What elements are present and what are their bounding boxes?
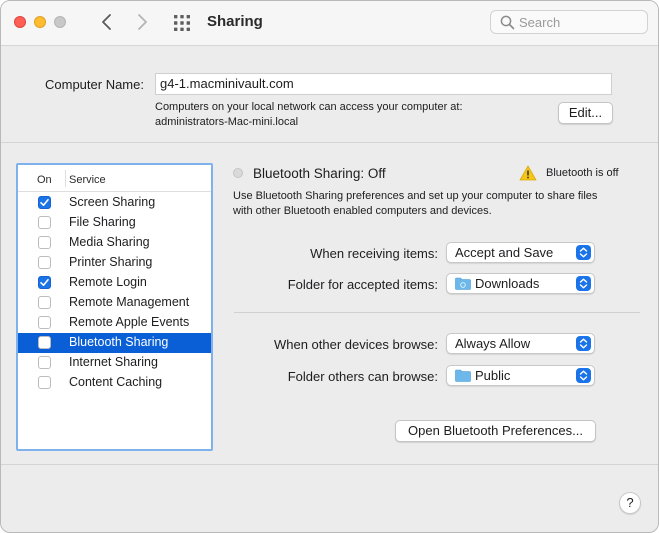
titlebar: Sharing	[1, 1, 658, 46]
open-bluetooth-preferences-button[interactable]: Open Bluetooth Preferences...	[395, 420, 596, 442]
service-checkbox[interactable]	[38, 236, 51, 249]
folder-browse-popup[interactable]: Public	[446, 365, 595, 386]
service-row-remote-management[interactable]: Remote Management	[18, 293, 211, 313]
folder-icon	[455, 277, 471, 290]
service-label: Remote Login	[69, 275, 147, 289]
folder-accepted-value: Downloads	[475, 276, 540, 291]
popup-arrows-icon	[576, 368, 591, 383]
popup-arrows-icon	[576, 245, 591, 260]
service-row-content-caching[interactable]: Content Caching	[18, 373, 211, 393]
search-input[interactable]	[519, 13, 639, 31]
service-description-line: Use Bluetooth Sharing preferences and se…	[233, 190, 598, 202]
folder-accepted-label: Folder for accepted items:	[287, 277, 438, 292]
section-divider-bottom	[1, 464, 658, 465]
service-label: Remote Apple Events	[69, 315, 190, 329]
browse-label: When other devices browse:	[273, 337, 438, 352]
folder-icon	[455, 369, 471, 382]
show-all-button[interactable]	[173, 14, 191, 32]
service-label: Remote Management	[69, 295, 190, 309]
chevron-left-icon	[102, 14, 111, 30]
service-label: Internet Sharing	[69, 355, 158, 369]
search-field[interactable]	[490, 10, 648, 34]
service-label: Media Sharing	[69, 235, 150, 249]
header-separator	[65, 170, 66, 187]
status-indicator	[233, 168, 243, 178]
receiving-items-popup[interactable]: Accept and Save	[446, 242, 595, 263]
warning-icon	[519, 165, 537, 181]
service-row-remote-login[interactable]: Remote Login	[18, 273, 211, 293]
service-description-line: with other Bluetooth enabled computers a…	[233, 205, 492, 217]
folder-accepted-popup[interactable]: Downloads	[446, 273, 595, 294]
window-title: Sharing	[207, 13, 263, 30]
service-row-media-sharing[interactable]: Media Sharing	[18, 233, 211, 253]
computer-address-info: Computers on your local network can acce…	[155, 100, 463, 130]
service-description: Use Bluetooth Sharing preferences and se…	[233, 189, 643, 219]
service-checkbox[interactable]	[38, 216, 51, 229]
service-status: Bluetooth Sharing: Off	[253, 166, 386, 181]
service-checkbox[interactable]	[38, 296, 51, 309]
services-list[interactable]: On Service Screen Sharing File Sharing M…	[16, 163, 213, 451]
computer-name-field[interactable]: g4-1.macminivault.com	[155, 73, 612, 95]
service-row-internet-sharing[interactable]: Internet Sharing	[18, 353, 211, 373]
computer-name-label: Computer Name:	[45, 77, 144, 92]
help-button[interactable]: ?	[619, 492, 641, 514]
service-checkbox[interactable]	[38, 316, 51, 329]
header-on: On	[37, 174, 52, 186]
receiving-items-value: Accept and Save	[455, 245, 554, 260]
checkmark-icon	[40, 279, 49, 286]
service-row-screen-sharing[interactable]: Screen Sharing	[18, 193, 211, 213]
service-checkbox[interactable]	[38, 336, 51, 349]
header-service: Service	[69, 174, 106, 186]
service-label: Screen Sharing	[69, 195, 156, 209]
popup-arrows-icon	[576, 276, 591, 291]
browse-value: Always Allow	[455, 336, 531, 351]
service-checkbox[interactable]	[38, 196, 51, 209]
checkmark-icon	[40, 199, 49, 206]
minimize-window-button[interactable]	[34, 16, 46, 28]
receiving-items-label: When receiving items:	[310, 246, 438, 261]
search-icon	[500, 15, 515, 30]
service-checkbox[interactable]	[38, 256, 51, 269]
service-label: Bluetooth Sharing	[69, 335, 169, 349]
folder-browse-value: Public	[475, 368, 511, 383]
forward-button[interactable]	[130, 10, 154, 34]
service-row-file-sharing[interactable]: File Sharing	[18, 213, 211, 233]
computer-local-address: administrators-Mac-mini.local	[155, 116, 299, 128]
folder-browse-label: Folder others can browse:	[287, 369, 438, 384]
edit-button[interactable]: Edit...	[558, 102, 613, 124]
service-label: File Sharing	[69, 215, 136, 229]
grid-icon	[174, 15, 190, 31]
section-divider-top	[1, 142, 658, 143]
service-label: Content Caching	[69, 375, 163, 389]
service-checkbox[interactable]	[38, 276, 51, 289]
chevron-right-icon	[138, 14, 147, 30]
computer-address-desc: Computers on your local network can acce…	[155, 101, 463, 113]
service-row-remote-apple-events[interactable]: Remote Apple Events	[18, 313, 211, 333]
service-label: Printer Sharing	[69, 255, 153, 269]
close-window-button[interactable]	[14, 16, 26, 28]
service-row-bluetooth-sharing[interactable]: Bluetooth Sharing	[18, 333, 211, 353]
popup-arrows-icon	[576, 336, 591, 351]
zoom-window-button[interactable]	[54, 16, 66, 28]
service-checkbox[interactable]	[38, 356, 51, 369]
service-row-printer-sharing[interactable]: Printer Sharing	[18, 253, 211, 273]
back-button[interactable]	[95, 10, 119, 34]
service-checkbox[interactable]	[38, 376, 51, 389]
services-list-header: On Service	[18, 165, 211, 192]
detail-divider	[234, 312, 640, 313]
browse-popup[interactable]: Always Allow	[446, 333, 595, 354]
bluetooth-off-warning: Bluetooth is off	[546, 167, 619, 179]
sharing-window: Sharing Computer Name: g4-1.macminivault…	[0, 0, 659, 533]
